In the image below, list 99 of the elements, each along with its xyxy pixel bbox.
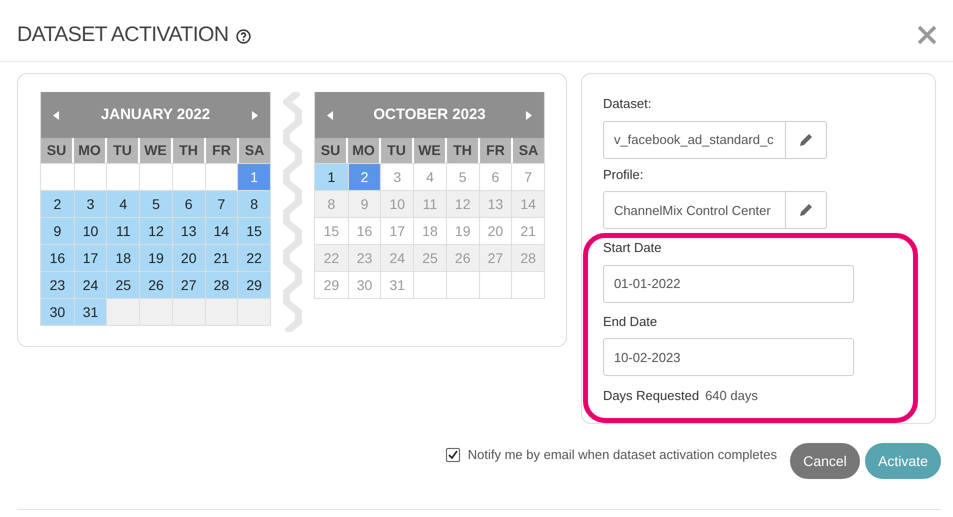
- calendar-day: 5: [446, 163, 479, 190]
- calendar-day[interactable]: 1: [315, 163, 348, 190]
- weekday-header: SU: [315, 138, 346, 163]
- calendar-day[interactable]: 11: [106, 217, 140, 244]
- dialog-title: DATASET ACTIVATION: [17, 22, 228, 48]
- calendar-day[interactable]: 17: [74, 244, 106, 271]
- calendar-day[interactable]: 2: [41, 190, 74, 217]
- input-field[interactable]: v_facebook_ad_standard_c: [602, 120, 786, 158]
- calendar-day[interactable]: 28: [204, 271, 238, 298]
- calendar-day: 24: [380, 244, 414, 271]
- calendar-day[interactable]: 18: [106, 244, 140, 271]
- weekday-header: MO: [348, 138, 379, 163]
- calendar-day: 22: [315, 244, 348, 271]
- calendar-day[interactable]: 4: [106, 190, 140, 217]
- calendar-day: 30: [348, 271, 380, 298]
- calendar-day[interactable]: 15: [237, 217, 270, 244]
- calendar-day[interactable]: 20: [172, 244, 205, 271]
- previous-month-icon[interactable]: [53, 110, 59, 120]
- calendar-day[interactable]: 5: [139, 190, 172, 217]
- weekday-header: FR: [206, 138, 237, 163]
- next-month-icon[interactable]: [252, 110, 258, 120]
- calendar-day: 21: [511, 217, 544, 244]
- calendar-day[interactable]: 21: [204, 244, 238, 271]
- weekday-header: SA: [239, 138, 270, 163]
- calendar-day[interactable]: 30: [41, 298, 74, 325]
- calendar-day[interactable]: 10: [74, 217, 106, 244]
- calendar-day: 25: [413, 244, 446, 271]
- weekday-header: TH: [447, 138, 478, 163]
- cancel-button[interactable]: Cancel: [790, 443, 860, 479]
- close-icon[interactable]: [917, 24, 937, 44]
- weekday-header: WE: [414, 138, 445, 163]
- calendar-day[interactable]: 3: [74, 190, 106, 217]
- calendar-day[interactable]: 16: [41, 244, 74, 271]
- check-icon: [448, 450, 458, 460]
- field-label: Dataset:: [602, 95, 652, 113]
- calendar-day[interactable]: 7: [204, 190, 238, 217]
- field-label: End Date: [602, 312, 658, 330]
- month-title: JANUARY 2022: [100, 104, 210, 125]
- calendar-day: 31: [380, 271, 414, 298]
- calendar-day[interactable]: 31: [74, 298, 106, 325]
- weekday-header: TU: [381, 138, 412, 163]
- input-field[interactable]: 10-02-2023: [602, 338, 854, 376]
- calendar-day[interactable]: 22: [237, 244, 270, 271]
- calendar-day: 23: [348, 244, 380, 271]
- calendar-day[interactable]: 12: [139, 217, 172, 244]
- calendar-day[interactable]: 29: [237, 271, 270, 298]
- weekday-header: SA: [513, 138, 544, 163]
- weekday-header: MO: [74, 138, 105, 163]
- calendar-day: 11: [413, 190, 446, 217]
- calendar-day: 12: [446, 190, 479, 217]
- previous-month-icon[interactable]: [327, 110, 333, 120]
- input-field[interactable]: ChannelMix Control Center: [602, 191, 786, 229]
- calendar-day: 28: [511, 244, 544, 271]
- calendar-day[interactable]: 25: [106, 271, 140, 298]
- checkbox[interactable]: [446, 448, 460, 462]
- calendar-day: 3: [380, 163, 414, 190]
- calendar-day: 18: [413, 217, 446, 244]
- calendar-day: 19: [446, 217, 479, 244]
- weekday-header: FR: [480, 138, 511, 163]
- notify-label: Notify me by email when dataset activation completes: [468, 446, 777, 464]
- next-month-icon[interactable]: [526, 110, 532, 120]
- calendar-day: 6: [478, 163, 512, 190]
- pencil-icon: [798, 203, 813, 217]
- calendar-day: 13: [478, 190, 512, 217]
- help-icon[interactable]: [236, 29, 252, 44]
- weekday-header: TH: [173, 138, 204, 163]
- calendar-day: 4: [413, 163, 446, 190]
- calendar-day[interactable]: 24: [74, 271, 106, 298]
- calendar-day: 7: [511, 163, 544, 190]
- month-title: OCTOBER 2023: [373, 104, 486, 125]
- days-requested-value: 640 days: [705, 387, 758, 405]
- days-requested-label: Days Requested: [602, 387, 700, 405]
- weekday-header: SU: [41, 138, 72, 163]
- input-field[interactable]: 01-01-2022: [602, 264, 854, 302]
- calendar-day[interactable]: 27: [172, 271, 205, 298]
- field-label: Profile:: [602, 166, 644, 184]
- calendar-day: 9: [348, 190, 380, 217]
- calendar-day: 20: [478, 217, 512, 244]
- calendar-day[interactable]: 6: [172, 190, 205, 217]
- calendar-day: 16: [348, 217, 380, 244]
- calendar-day: 26: [446, 244, 479, 271]
- calendar-day: 17: [380, 217, 414, 244]
- calendar-day[interactable]: 19: [139, 244, 172, 271]
- weekday-header: WE: [140, 138, 171, 163]
- edit-button[interactable]: [786, 120, 827, 158]
- calendar-day: 14: [511, 190, 544, 217]
- calendar-day[interactable]: 13: [172, 217, 205, 244]
- calendar-day[interactable]: 9: [41, 217, 74, 244]
- calendar-day: 27: [478, 244, 512, 271]
- edit-button[interactable]: [786, 191, 827, 229]
- pencil-icon: [798, 132, 813, 146]
- weekday-header: TU: [107, 138, 138, 163]
- calendar-day: 8: [315, 190, 348, 217]
- calendar-day: 10: [380, 190, 414, 217]
- field-label: Start Date: [602, 239, 662, 257]
- calendar-day[interactable]: 26: [139, 271, 172, 298]
- calendar-day[interactable]: 8: [237, 190, 270, 217]
- calendar-day[interactable]: 23: [41, 271, 74, 298]
- calendar-day[interactable]: 14: [204, 217, 238, 244]
